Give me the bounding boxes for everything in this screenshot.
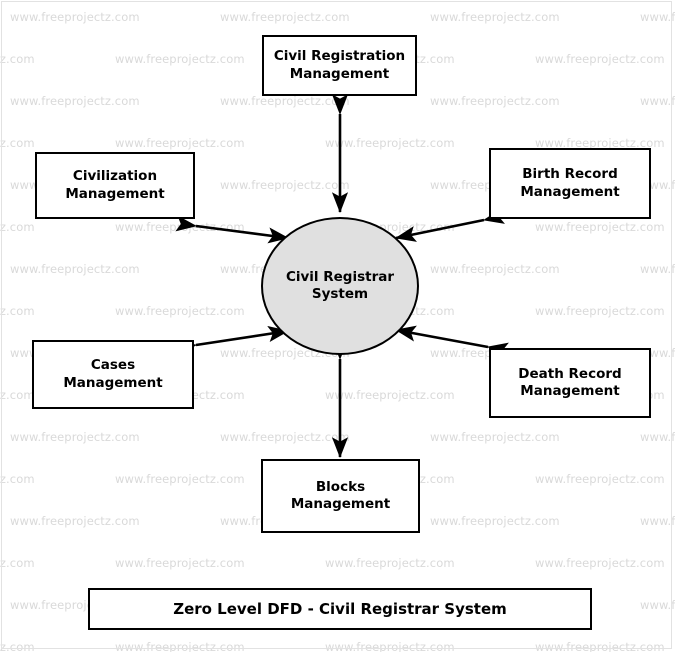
entity-blocks-management[interactable]: Blocks Management [261, 459, 420, 533]
entity-label-line2: Management [520, 383, 620, 399]
entity-birth-record-management[interactable]: Birth Record Management [489, 148, 651, 219]
entity-label: Cases Management [59, 357, 166, 391]
entity-civil-registration-management[interactable]: Civil Registration Management [262, 35, 417, 96]
entity-label-line1: Blocks [315, 478, 366, 495]
diagram-title: Zero Level DFD - Civil Registrar System [173, 600, 507, 618]
entity-label-line2: Management [520, 183, 620, 200]
entity-label: Civil Registration Management [270, 48, 409, 82]
entity-label: Blocks Management [287, 479, 394, 513]
flow-arrow-cases-management [175, 326, 290, 356]
entity-label: Birth Record Management [516, 166, 623, 200]
entity-label: Death Record Management [514, 366, 625, 400]
entity-civilization-management[interactable]: Civilization Management [35, 152, 195, 219]
entity-death-record-management[interactable]: Death Record Management [489, 348, 651, 418]
entity-label-line1: Death Record [518, 365, 622, 382]
process-label-line1: Civil Registrar [285, 268, 395, 285]
entity-label-line2: Management [290, 496, 391, 512]
entity-label-line1: Civil Registration [273, 48, 406, 65]
dfd-diagram-canvas: www.freeprojectz.com www.freeprojectz.com… [0, 0, 675, 652]
process-label-line2: System [311, 286, 369, 302]
entity-label-line2: Management [289, 65, 390, 82]
flow-arrow-death-record-management [394, 325, 509, 359]
flow-arrow-birth-record-management [394, 208, 505, 242]
process-label: Civil Registrar System [282, 269, 398, 303]
entity-label-line2: Management [63, 374, 163, 391]
entity-label-line2: Management [65, 185, 165, 202]
entity-label-line1: Cases [90, 357, 136, 374]
diagram-caption-bar: Zero Level DFD - Civil Registrar System [88, 588, 592, 630]
entity-label: Civilization Management [61, 168, 168, 202]
process-civil-registrar-system[interactable]: Civil Registrar System [261, 217, 419, 355]
entity-label-line1: Civilization [72, 168, 158, 185]
flow-arrow-civilization-management [175, 215, 290, 244]
entity-label-line1: Birth Record [522, 166, 618, 183]
entity-cases-management[interactable]: Cases Management [32, 340, 194, 409]
